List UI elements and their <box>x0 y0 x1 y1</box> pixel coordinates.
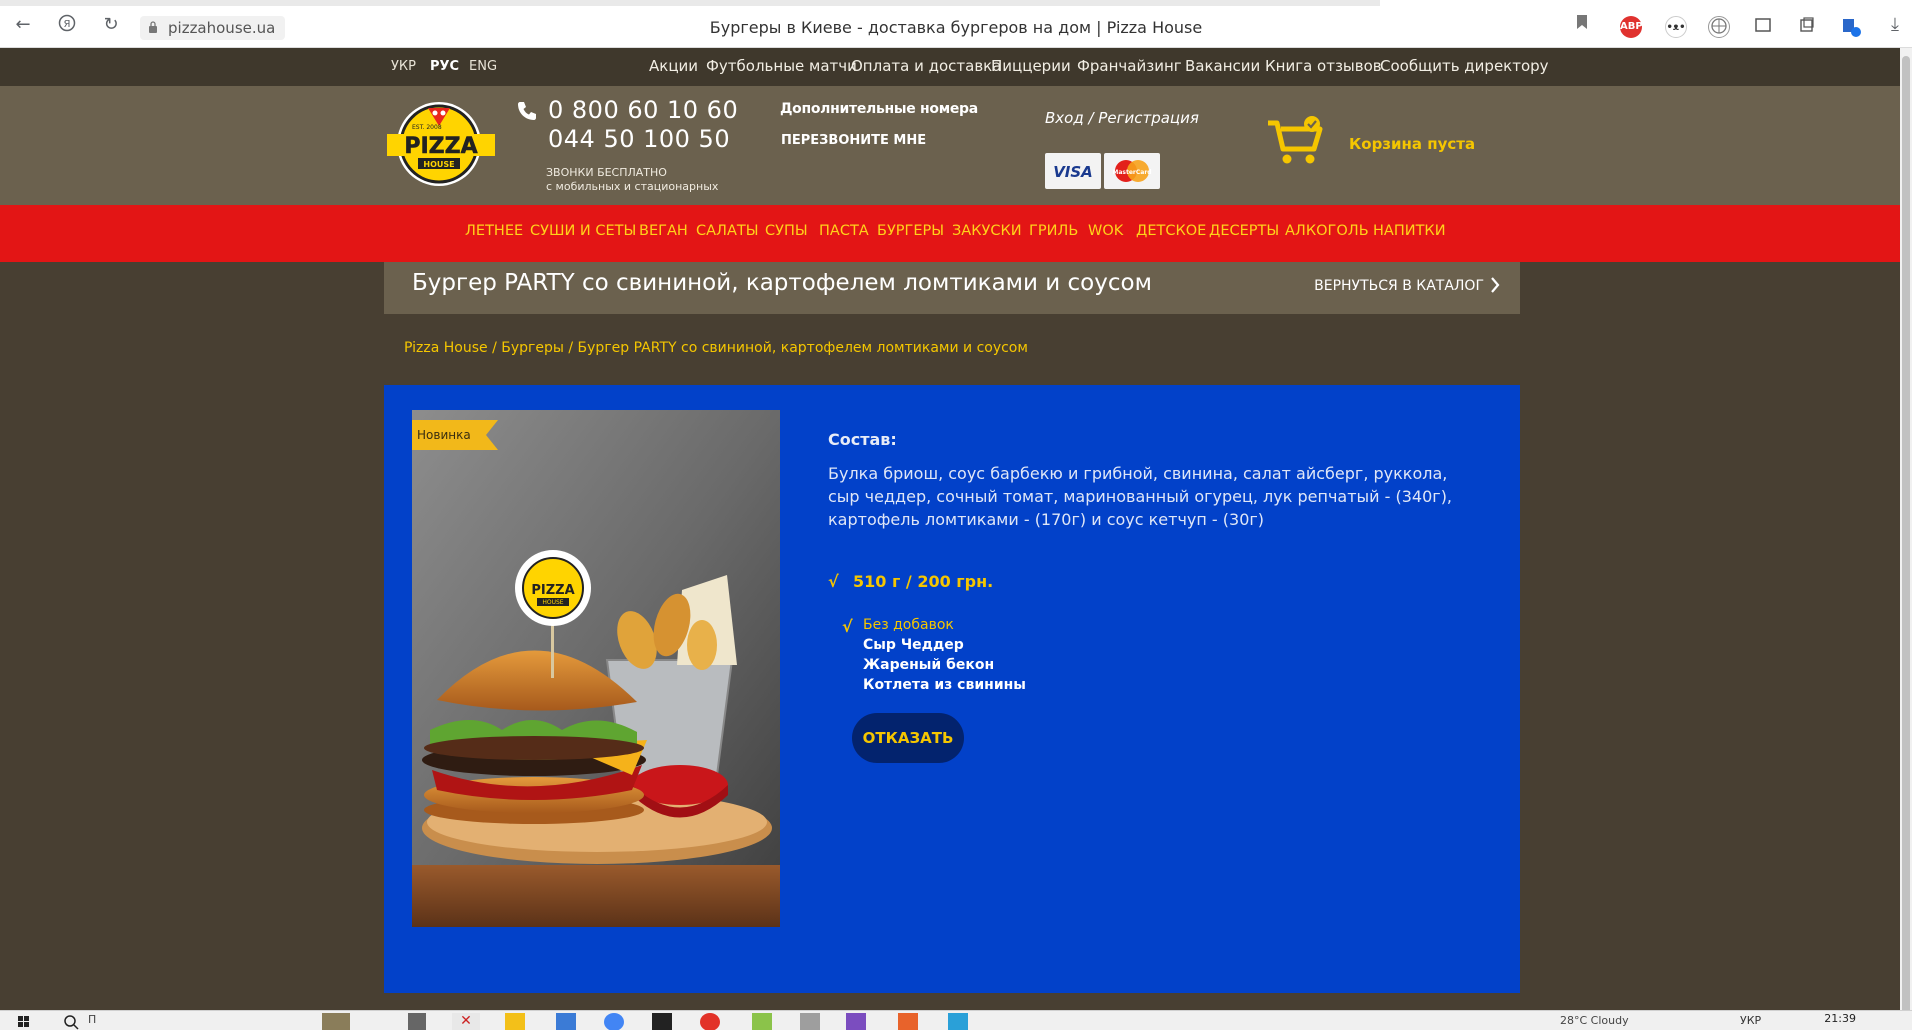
terminal-icon[interactable] <box>652 1013 672 1030</box>
cart-icon[interactable] <box>1266 115 1326 167</box>
os-taskbar: П ✕ 28°C Cloudy УКР 21:39 <box>0 1010 1912 1030</box>
cat-drinks[interactable]: НАПИТКИ <box>1373 223 1446 239</box>
clock[interactable]: 21:39 <box>1824 1012 1856 1025</box>
svg-text:VISA: VISA <box>1053 163 1093 181</box>
composition-text: Булка бриош, соус барбекю и грибной, сви… <box>828 464 1453 529</box>
download-icon[interactable]: ⤓ <box>1884 14 1906 36</box>
app-icon[interactable] <box>800 1013 820 1030</box>
page-scrollbar[interactable] <box>1900 48 1912 1016</box>
cat-alcohol[interactable]: АЛКОГОЛЬ <box>1285 223 1369 239</box>
cat-soups[interactable]: СУПЫ <box>765 223 808 239</box>
topnav-franchising[interactable]: Франчайзинг <box>1077 57 1182 75</box>
opera-icon[interactable] <box>700 1013 720 1030</box>
login-register-link[interactable]: Вход / Регистрация <box>1045 109 1199 127</box>
tab-strip <box>0 0 1380 6</box>
cancel-button[interactable]: ОТКАЗАТЬ <box>852 713 964 763</box>
back-to-catalog-link[interactable]: ВЕРНУТЬСЯ В КАТАЛОГ <box>1314 278 1484 294</box>
site-top-bar: УКР РУС ENG Акции Футбольные матчи Оплат… <box>0 48 1900 86</box>
globe-icon[interactable] <box>1708 16 1730 38</box>
price-label[interactable]: 510 г / 200 грн. <box>853 572 993 591</box>
extension-badge-icon[interactable] <box>1840 16 1862 38</box>
logo-est-text: EST. 2008 <box>412 124 442 131</box>
taskbar-search-hint[interactable]: П <box>88 1013 96 1026</box>
calculator-icon[interactable] <box>556 1013 576 1030</box>
topnav-payment-delivery[interactable]: Оплата и доставка <box>851 57 1001 75</box>
paint-icon[interactable] <box>752 1013 772 1030</box>
browser-toolbar: ← Я ↻ pizzahouse.ua Бургеры в Киеве - до… <box>0 0 1912 48</box>
option-check-mark: √ <box>842 617 853 636</box>
phone-icon <box>518 102 536 120</box>
callback-button[interactable]: ПЕРЕЗВОНИТЕ МНЕ <box>781 133 926 148</box>
topnav-football[interactable]: Футбольные матчи <box>706 57 857 75</box>
mastercard-icon: MasterCard <box>1104 153 1160 189</box>
svg-text:MasterCard: MasterCard <box>1112 169 1151 176</box>
new-badge: Новинка <box>412 420 498 450</box>
price-check-mark: √ <box>828 572 839 591</box>
app-icon[interactable] <box>948 1013 968 1030</box>
topnav-report-director[interactable]: Сообщить директору <box>1380 57 1549 75</box>
option-cheddar[interactable]: Сыр Чеддер <box>863 637 964 653</box>
cat-salads[interactable]: САЛАТЫ <box>696 223 759 239</box>
cat-summer[interactable]: ЛЕТНЕЕ <box>465 223 523 239</box>
phone-free[interactable]: 0 800 60 10 60 <box>548 96 738 124</box>
weather-widget[interactable]: 28°C Cloudy <box>1560 1014 1629 1027</box>
cat-desserts[interactable]: ДЕСЕРТЫ <box>1209 223 1279 239</box>
svg-text:HOUSE: HOUSE <box>542 599 563 606</box>
topnav-promotions[interactable]: Акции <box>649 57 698 75</box>
cat-burgers[interactable]: БУРГЕРЫ <box>877 223 944 239</box>
file-explorer-icon[interactable] <box>505 1013 525 1030</box>
svg-text:HOUSE: HOUSE <box>423 160 454 169</box>
topnav-pizzerias[interactable]: Пиццерии <box>991 57 1071 75</box>
option-no-addons[interactable]: Без добавок <box>863 617 954 633</box>
cat-snacks[interactable]: ЗАКУСКИ <box>952 223 1022 239</box>
svg-text:PIZZA: PIZZA <box>404 134 477 159</box>
chrome-icon[interactable] <box>604 1013 624 1030</box>
product-title-bar: Бургер PARTY со свининой, картофелем лом… <box>384 262 1520 314</box>
topnav-vacancies[interactable]: Вакансии <box>1185 57 1260 75</box>
free-calls-sublabel: с мобильных и стационарных <box>546 180 719 193</box>
free-calls-label: ЗВОНКИ БЕСПЛАТНО <box>546 166 667 179</box>
search-icon[interactable] <box>62 1013 82 1030</box>
taskbar-app-icon[interactable] <box>408 1013 426 1030</box>
category-nav: ЛЕТНЕЕ СУШИ И СЕТЫ ВЕГАН САЛАТЫ СУПЫ ПАС… <box>0 205 1900 262</box>
pizza-house-logo[interactable]: EST. 2008 PIZZA HOUSE <box>383 100 501 192</box>
scrollbar-thumb[interactable] <box>1902 56 1910 1016</box>
svg-text:PIZZA: PIZZA <box>531 583 574 598</box>
app-icon[interactable] <box>898 1013 918 1030</box>
bookmark-icon[interactable] <box>1571 14 1593 36</box>
cat-wok[interactable]: WOK <box>1088 223 1123 239</box>
taskbar-app-icon[interactable] <box>322 1013 350 1030</box>
adblock-icon[interactable]: ABP <box>1620 16 1643 38</box>
lang-eng[interactable]: ENG <box>469 59 497 74</box>
cat-kids[interactable]: ДЕТСКОЕ <box>1136 223 1206 239</box>
yandex-browser-icon[interactable]: ✕ <box>452 1013 480 1030</box>
screenshot-icon[interactable] <box>1752 16 1774 38</box>
extra-numbers-link[interactable]: Дополнительные номера <box>780 101 978 117</box>
page-title: Бургер PARTY со свининой, картофелем лом… <box>412 270 1152 296</box>
cart-status[interactable]: Корзина пуста <box>1349 135 1475 153</box>
phone-kyiv[interactable]: 044 50 100 50 <box>548 125 730 153</box>
lang-rus[interactable]: РУС <box>430 59 459 74</box>
cat-vegan[interactable]: ВЕГАН <box>639 223 688 239</box>
option-pork-patty[interactable]: Котлета из свинины <box>863 677 1026 693</box>
breadcrumb[interactable]: Pizza House / Бургеры / Бургер PARTY со … <box>404 340 1028 356</box>
chevron-right-icon[interactable] <box>1490 276 1500 294</box>
cat-sushi-sets[interactable]: СУШИ И СЕТЫ <box>530 223 636 239</box>
composition-heading: Состав: <box>828 430 897 449</box>
product-image: PIZZA HOUSE <box>412 410 780 927</box>
dog-extension-icon[interactable]: •ᴥ• <box>1665 16 1687 38</box>
player-icon[interactable] <box>846 1013 866 1030</box>
lang-ukr[interactable]: УКР <box>391 59 416 74</box>
input-language[interactable]: УКР <box>1740 1014 1761 1027</box>
windows-start-icon[interactable] <box>14 1013 34 1030</box>
topnav-reviews[interactable]: Книга отзывов <box>1265 57 1382 75</box>
option-bacon[interactable]: Жареный бекон <box>863 657 994 673</box>
cat-pasta[interactable]: ПАСТА <box>819 223 869 239</box>
cat-grill[interactable]: ГРИЛЬ <box>1029 223 1078 239</box>
collections-icon[interactable] <box>1796 16 1818 38</box>
visa-icon: VISA <box>1045 153 1101 189</box>
